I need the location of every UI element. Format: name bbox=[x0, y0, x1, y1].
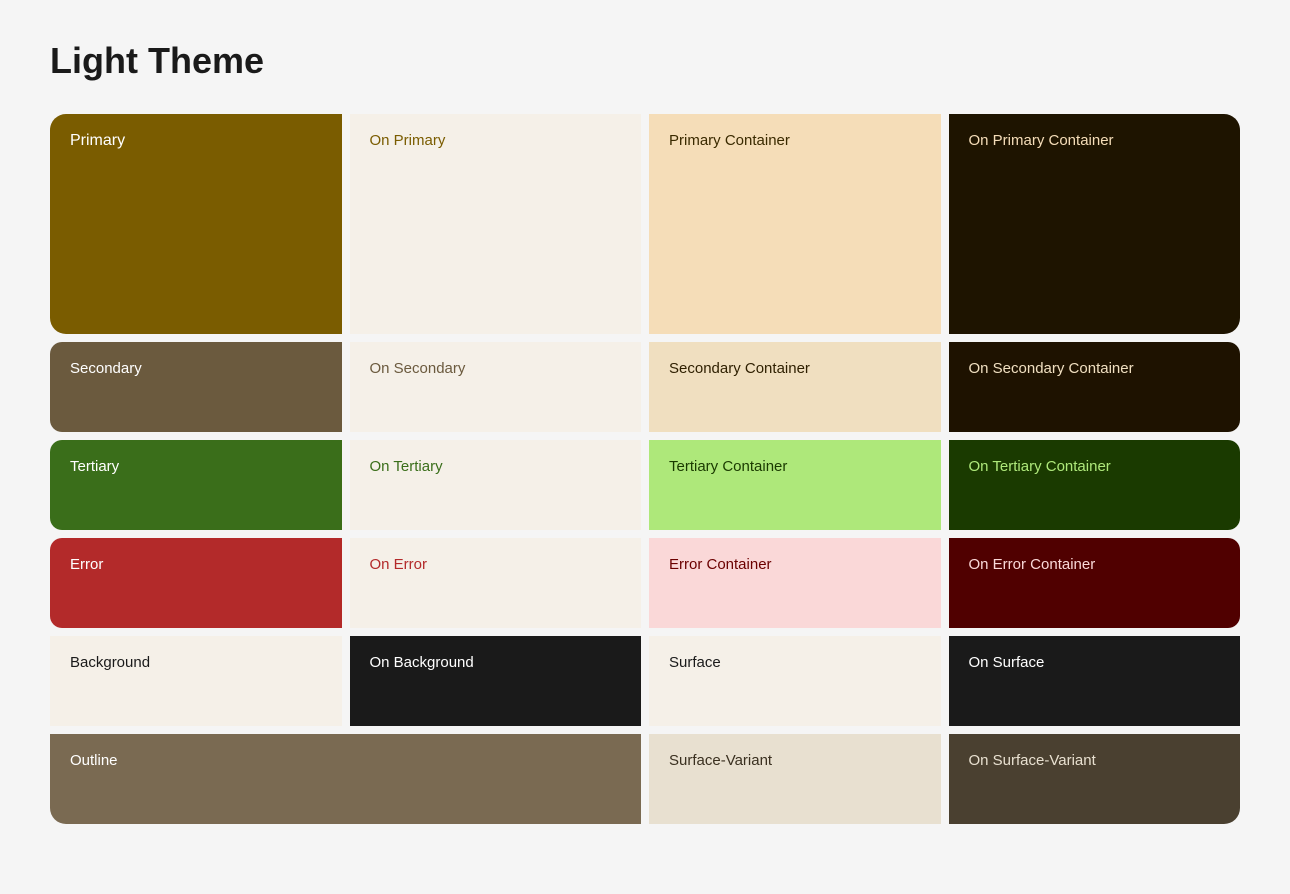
color-label-on-secondary-container: On Secondary Container bbox=[969, 360, 1134, 377]
color-label-on-secondary: On Secondary bbox=[370, 360, 466, 377]
color-cell-primary: Primary bbox=[50, 114, 342, 334]
color-cell-on-tertiary-container: On Tertiary Container bbox=[949, 440, 1241, 530]
color-cell-surface-variant: Surface-Variant bbox=[649, 734, 941, 824]
color-label-secondary: Secondary bbox=[70, 360, 142, 377]
color-grid: Primary On Primary Primary Container On Pri… bbox=[50, 114, 1240, 824]
color-cell-on-error: On Error bbox=[350, 538, 642, 628]
color-label-tertiary: Tertiary bbox=[70, 458, 119, 475]
color-label-primary: Primary bbox=[70, 132, 125, 150]
color-cell-error-container: Error Container bbox=[649, 538, 941, 628]
color-label-secondary-container: Secondary Container bbox=[669, 360, 810, 377]
color-label-on-tertiary-container: On Tertiary Container bbox=[969, 458, 1111, 475]
color-label-surface: Surface bbox=[669, 654, 721, 671]
color-cell-on-secondary-container: On Secondary Container bbox=[949, 342, 1241, 432]
color-cell-on-surface: On Surface bbox=[949, 636, 1241, 726]
color-label-on-surface: On Surface bbox=[969, 654, 1045, 671]
color-cell-on-background: On Background bbox=[350, 636, 642, 726]
color-cell-tertiary: Tertiary bbox=[50, 440, 342, 530]
color-cell-on-surface-variant: On Surface-Variant bbox=[949, 734, 1241, 824]
color-label-on-background: On Background bbox=[370, 654, 474, 671]
color-label-outline: Outline bbox=[70, 752, 118, 769]
color-label-on-surface-variant: On Surface-Variant bbox=[969, 752, 1096, 769]
color-cell-primary-container: Primary Container bbox=[649, 114, 941, 334]
color-cell-on-tertiary: On Tertiary bbox=[350, 440, 642, 530]
color-label-error: Error bbox=[70, 556, 103, 573]
color-cell-tertiary-container: Tertiary Container bbox=[649, 440, 941, 530]
color-cell-surface: Surface bbox=[649, 636, 941, 726]
color-label-on-primary-container: On Primary Container bbox=[969, 132, 1114, 149]
color-label-background: Background bbox=[70, 654, 150, 671]
color-label-surface-variant: Surface-Variant bbox=[669, 752, 772, 769]
color-label-on-primary: On Primary bbox=[370, 132, 446, 149]
color-cell-secondary-container: Secondary Container bbox=[649, 342, 941, 432]
color-cell-on-error-container: On Error Container bbox=[949, 538, 1241, 628]
color-label-on-error-container: On Error Container bbox=[969, 556, 1096, 573]
color-label-on-tertiary: On Tertiary bbox=[370, 458, 443, 475]
color-label-primary-container: Primary Container bbox=[669, 132, 790, 149]
page-title: Light Theme bbox=[50, 40, 1240, 82]
color-cell-error: Error bbox=[50, 538, 342, 628]
color-cell-outline: Outline bbox=[50, 734, 641, 824]
color-label-on-error: On Error bbox=[370, 556, 428, 573]
color-cell-on-primary: On Primary bbox=[350, 114, 642, 334]
color-cell-on-primary-container: On Primary Container bbox=[949, 114, 1241, 334]
color-cell-on-secondary: On Secondary bbox=[350, 342, 642, 432]
color-label-tertiary-container: Tertiary Container bbox=[669, 458, 787, 475]
color-cell-secondary: Secondary bbox=[50, 342, 342, 432]
color-cell-background: Background bbox=[50, 636, 342, 726]
color-label-error-container: Error Container bbox=[669, 556, 772, 573]
